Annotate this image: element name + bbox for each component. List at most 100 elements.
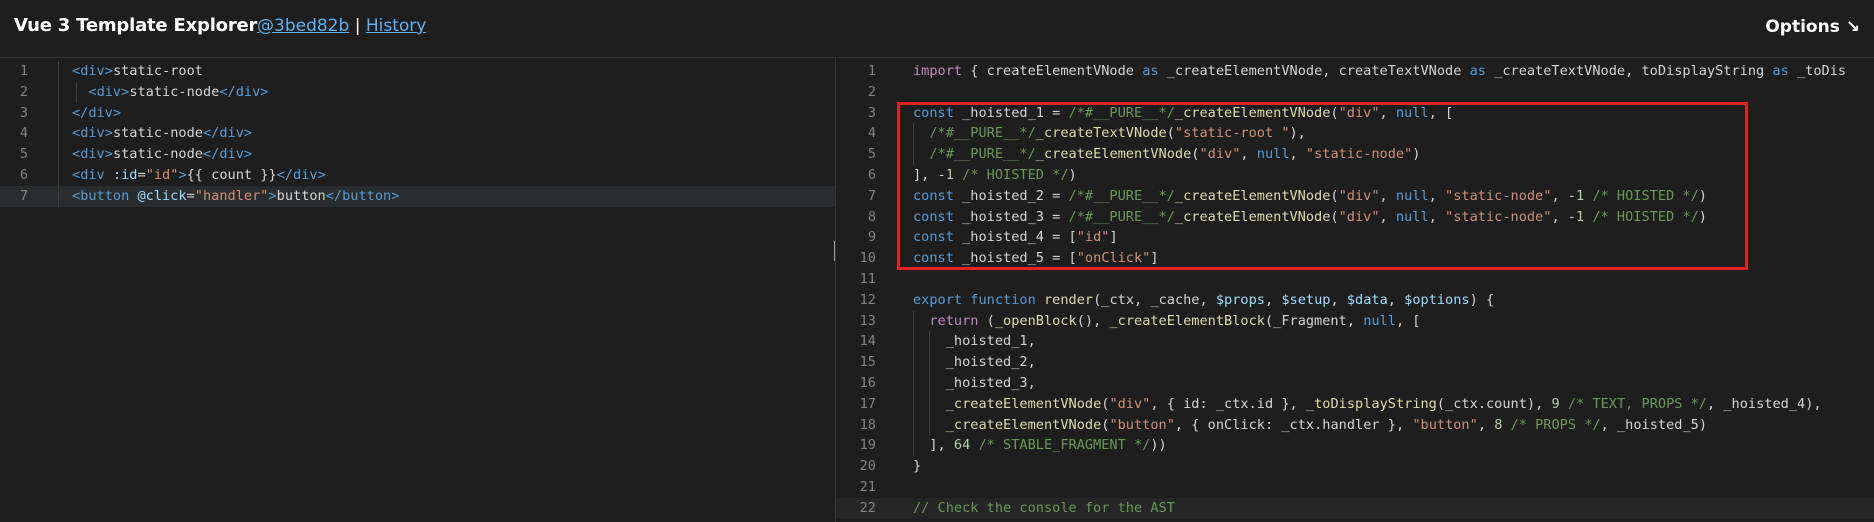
line-content: } [913,458,922,475]
line-content: _createElementVNode("button", { onClick:… [945,416,1707,433]
code-line: 2 [836,82,1874,103]
code-line: 4 <div>static-node</div> [0,123,835,145]
template-code[interactable]: 1 <div>static-root 2 <div>static-node</div… [0,58,835,207]
indent-guide [913,414,914,436]
line-number: 3 [19,104,28,121]
output-editor[interactable]: 1 import { createElementVNode as _createE… [836,58,1874,522]
indent-guide [58,61,59,82]
indent-guide [929,414,930,436]
code-line: 11 [836,269,1874,290]
line-number: 1 [19,63,28,79]
indent-guide [913,372,914,394]
line-content: const _hoisted_1 = /*#__PURE__*/_createE… [913,104,1454,121]
indent-guide [929,393,930,415]
indent-guide [929,372,930,394]
line-content: _hoisted_3, [945,374,1036,391]
indent-guide [58,185,59,207]
code-line: 3 </div> [0,102,835,124]
code-line: 2 <div>static-node</div> [0,81,835,103]
line-content: return (_openBlock(), _createElementBloc… [929,312,1421,329]
line-content: import { createElementVNode as _createEl… [913,63,1847,79]
template-editor[interactable]: 1 <div>static-root 2 <div>static-node</div… [0,58,836,522]
app-header: Vue 3 Template Explorer @3bed82b | Histo… [0,0,1874,58]
line-number: 21 [859,478,876,495]
line-content: const _hoisted_4 = ["id"] [913,229,1118,246]
indent-guide [58,102,59,124]
line-number: 7 [867,187,876,204]
indent-guide [913,393,914,415]
line-content: <div>static-node</div> [72,125,253,142]
header-links: @3bed82b | History [257,16,426,36]
line-content: ], -1 /* HOISTED */) [913,166,1077,183]
commit-link[interactable]: @3bed82b [257,16,349,36]
indent-guide [929,331,930,353]
line-content: /*#__PURE__*/_createTextVNode("static-ro… [929,125,1306,142]
line-number: 16 [859,374,876,391]
line-content: <div>static-node</div> [88,83,269,100]
line-number: 17 [859,395,876,412]
indent-guide [913,310,914,332]
code-line: 21 [836,477,1874,498]
line-number: 1 [867,63,876,79]
line-content: <div>static-node</div> [72,146,253,163]
history-link[interactable]: History [366,16,426,36]
code-line: 1 import { createElementVNode as _createE… [836,61,1874,82]
line-content: _hoisted_1, [945,333,1036,350]
code-line: 22 // Check the console for the AST [836,497,1874,519]
line-number: 5 [867,146,876,163]
code-line: 7 const _hoisted_2 = /*#__PURE__*/_create… [836,186,1874,207]
line-content: <button @click="handler">button</button> [72,187,400,204]
line-content: /*#__PURE__*/_createElementVNode("div", … [929,146,1421,163]
line-content: <div :id="id">{{ count }}</div> [72,166,326,183]
line-number: 10 [859,250,876,267]
options-button[interactable]: Options ↘ [1765,17,1860,37]
code-line: 4 /*#__PURE__*/_createTextVNode("static-… [836,123,1874,145]
code-line: 12 export function render(_ctx, _cache, $… [836,290,1874,311]
line-number: 22 [859,499,876,516]
code-line: 14 _hoisted_1, [836,331,1874,353]
code-line: 6 ], -1 /* HOISTED */) [836,165,1874,186]
indent-guide [58,144,59,165]
code-line: 18 _createElementVNode("button", { onCli… [836,414,1874,436]
indent-guide [913,123,914,145]
code-line: 19 ], 64 /* STABLE_FRAGMENT */)) [836,435,1874,457]
line-content: const _hoisted_3 = /*#__PURE__*/_createE… [913,208,1707,225]
code-line: 8 const _hoisted_3 = /*#__PURE__*/_create… [836,207,1874,228]
line-number: 14 [859,333,876,350]
line-content: _createElementVNode("div", { id: _ctx.id… [945,395,1822,412]
line-content: // Check the console for the AST [913,499,1175,516]
app-title: Vue 3 Template Explorer [14,15,258,36]
code-line: 1 <div>static-root [0,61,835,82]
code-line: 13 return (_openBlock(), _createElementB… [836,310,1874,332]
indent-guide [929,352,930,373]
line-content: _hoisted_2, [945,354,1036,371]
line-number: 15 [859,354,876,371]
line-number: 6 [867,166,876,183]
line-number: 13 [859,312,876,329]
line-number: 2 [19,83,28,100]
line-number: 7 [19,187,28,204]
code-line: 10 const _hoisted_5 = ["onClick"] [836,248,1874,269]
indent-guide [913,352,914,373]
line-number: 4 [19,125,28,142]
code-line: 6 <div :id="id">{{ count }}</div> [0,164,835,186]
code-line: 7 <button @click="handler">button</button… [0,185,835,207]
code-line: 15 _hoisted_2, [836,352,1874,373]
code-line: 3 const _hoisted_1 = /*#__PURE__*/_create… [836,103,1874,124]
line-number: 11 [859,270,876,287]
indent-guide [58,164,59,186]
line-number: 6 [19,166,28,183]
line-content: const _hoisted_2 = /*#__PURE__*/_createE… [913,187,1707,204]
indent-guide [913,331,914,353]
line-number: 18 [859,416,876,433]
indent-guide [58,123,59,145]
output-code: 1 import { createElementVNode as _createE… [836,58,1874,519]
line-content: <div>static-root [72,63,203,79]
line-number: 19 [859,437,876,454]
code-line: 5 <div>static-node</div> [0,144,835,165]
line-number: 4 [867,125,876,142]
line-number: 2 [867,83,876,100]
line-number: 9 [867,229,876,246]
line-content: const _hoisted_5 = ["onClick"] [913,250,1159,267]
line-number: 8 [867,208,876,225]
